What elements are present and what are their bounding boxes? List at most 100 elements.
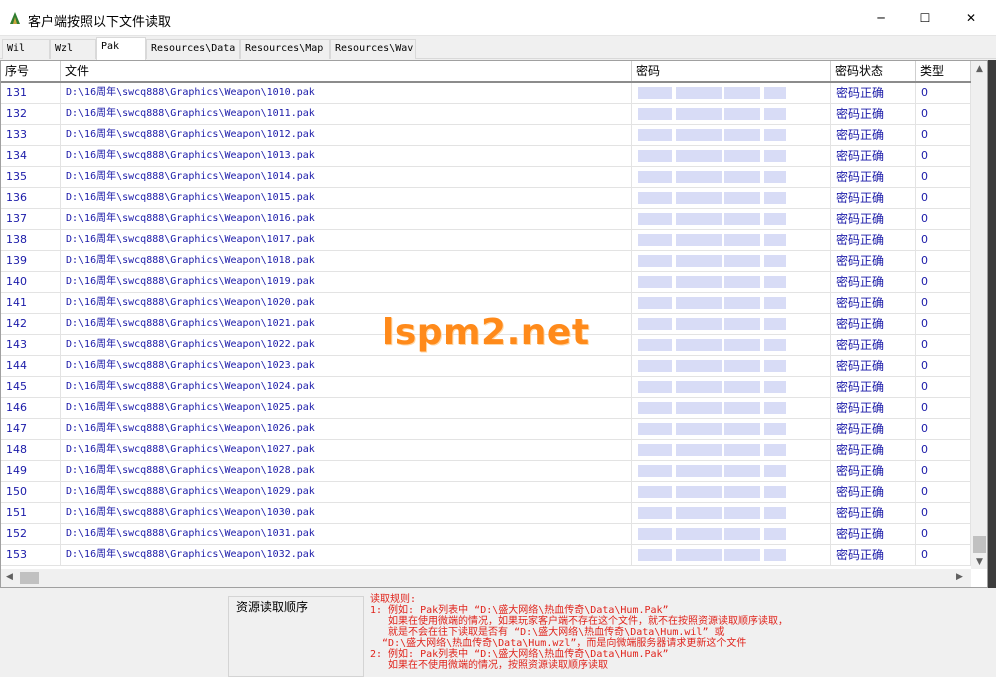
row-file-path: D:\16周年\swcq888\Graphics\Weapon\1019.pak — [61, 272, 632, 292]
row-type: 0 — [916, 125, 971, 145]
table-row[interactable]: 140 D:\16周年\swcq888\Graphics\Weapon\1019.… — [1, 272, 971, 293]
column-header-type[interactable]: 类型 — [916, 61, 971, 81]
vertical-scroll-thumb[interactable] — [973, 536, 986, 553]
password-redaction — [764, 318, 786, 330]
password-redaction — [724, 276, 760, 288]
resource-order-label: 资源读取顺序 — [236, 600, 309, 614]
row-password-status: 密码正确 — [831, 125, 916, 145]
table-row[interactable]: 145 D:\16周年\swcq888\Graphics\Weapon\1024.… — [1, 377, 971, 398]
password-redaction — [724, 423, 760, 435]
password-redaction — [724, 129, 760, 141]
tab-pak[interactable]: Pak — [96, 37, 146, 60]
scroll-right-icon[interactable]: ▶ — [956, 572, 963, 582]
password-redaction — [638, 339, 672, 351]
table-row[interactable]: 151 D:\16周年\swcq888\Graphics\Weapon\1030.… — [1, 503, 971, 524]
password-redaction — [764, 507, 786, 519]
row-password — [632, 251, 831, 271]
tab-wzl[interactable]: Wzl — [50, 39, 96, 59]
row-password — [632, 83, 831, 103]
table-row[interactable]: 153 D:\16周年\swcq888\Graphics\Weapon\1032.… — [1, 545, 971, 566]
password-redaction — [724, 87, 760, 99]
row-password-status: 密码正确 — [831, 377, 916, 397]
minimize-button[interactable]: ─ — [858, 0, 904, 36]
column-header-file[interactable]: 文件 — [61, 61, 632, 81]
table-row[interactable]: 136 D:\16周年\swcq888\Graphics\Weapon\1015.… — [1, 188, 971, 209]
password-redaction — [764, 234, 786, 246]
row-number: 134 — [1, 146, 61, 166]
column-header-password-status[interactable]: 密码状态 — [831, 61, 916, 81]
table-row[interactable]: 137 D:\16周年\swcq888\Graphics\Weapon\1016.… — [1, 209, 971, 230]
table-row[interactable]: 133 D:\16周年\swcq888\Graphics\Weapon\1012.… — [1, 125, 971, 146]
read-rules-text: 读取规则: 1: 例如: Pak列表中 “D:\盛大网络\热血传奇\Data\Hu… — [370, 594, 910, 671]
row-password — [632, 545, 831, 565]
row-password-status: 密码正确 — [831, 167, 916, 187]
password-redaction — [724, 150, 760, 162]
scroll-up-icon[interactable]: ▲ — [976, 64, 983, 74]
row-password — [632, 125, 831, 145]
row-type: 0 — [916, 440, 971, 460]
background-window-edge — [988, 60, 996, 588]
horizontal-scroll-thumb[interactable] — [20, 572, 39, 584]
scroll-left-icon[interactable]: ◀ — [6, 572, 13, 582]
table-row[interactable]: 132 D:\16周年\swcq888\Graphics\Weapon\1011.… — [1, 104, 971, 125]
table-row[interactable]: 135 D:\16周年\swcq888\Graphics\Weapon\1014.… — [1, 167, 971, 188]
row-number: 138 — [1, 230, 61, 250]
row-number: 153 — [1, 545, 61, 565]
row-number: 135 — [1, 167, 61, 187]
scroll-down-icon[interactable]: ▼ — [976, 557, 983, 567]
row-type: 0 — [916, 482, 971, 502]
tab-resources-wav[interactable]: Resources\Wav — [330, 39, 416, 59]
password-redaction — [638, 150, 672, 162]
row-password-status: 密码正确 — [831, 104, 916, 124]
row-type: 0 — [916, 398, 971, 418]
table-row[interactable]: 144 D:\16周年\swcq888\Graphics\Weapon\1023.… — [1, 356, 971, 377]
table-row[interactable]: 141 D:\16周年\swcq888\Graphics\Weapon\1020.… — [1, 293, 971, 314]
password-redaction — [764, 465, 786, 477]
watermark: lspm2.net — [382, 312, 590, 353]
row-type: 0 — [916, 503, 971, 523]
row-password — [632, 419, 831, 439]
password-redaction — [638, 87, 672, 99]
column-header-password[interactable]: 密码 — [632, 61, 831, 81]
tab-resources-data[interactable]: Resources\Data — [146, 39, 240, 59]
row-type: 0 — [916, 209, 971, 229]
close-button[interactable]: ✕ — [948, 0, 994, 36]
table-row[interactable]: 131 D:\16周年\swcq888\Graphics\Weapon\1010.… — [1, 83, 971, 104]
table-row[interactable]: 152 D:\16周年\swcq888\Graphics\Weapon\1031.… — [1, 524, 971, 545]
maximize-button[interactable]: ☐ — [902, 0, 948, 36]
password-redaction — [764, 276, 786, 288]
maximize-icon: ☐ — [919, 11, 931, 25]
row-password-status: 密码正确 — [831, 524, 916, 544]
password-redaction — [676, 108, 722, 120]
row-number: 140 — [1, 272, 61, 292]
table-row[interactable]: 149 D:\16周年\swcq888\Graphics\Weapon\1028.… — [1, 461, 971, 482]
table-row[interactable]: 139 D:\16周年\swcq888\Graphics\Weapon\1018.… — [1, 251, 971, 272]
row-file-path: D:\16周年\swcq888\Graphics\Weapon\1011.pak — [61, 104, 632, 124]
password-redaction — [764, 381, 786, 393]
password-redaction — [676, 150, 722, 162]
password-redaction — [764, 87, 786, 99]
row-type: 0 — [916, 461, 971, 481]
horizontal-scrollbar[interactable]: ◀ ▶ — [1, 569, 971, 587]
password-redaction — [638, 381, 672, 393]
table-row[interactable]: 134 D:\16周年\swcq888\Graphics\Weapon\1013.… — [1, 146, 971, 167]
row-number: 141 — [1, 293, 61, 313]
table-row[interactable]: 150 D:\16周年\swcq888\Graphics\Weapon\1029.… — [1, 482, 971, 503]
table-row[interactable]: 146 D:\16周年\swcq888\Graphics\Weapon\1025.… — [1, 398, 971, 419]
password-redaction — [676, 213, 722, 225]
vertical-scrollbar[interactable]: ▲ ▼ — [971, 61, 987, 569]
password-redaction — [676, 528, 722, 540]
row-file-path: D:\16周年\swcq888\Graphics\Weapon\1023.pak — [61, 356, 632, 376]
grid-header: 序号 文件 密码 密码状态 类型 — [1, 61, 971, 83]
column-header-no[interactable]: 序号 — [1, 61, 61, 81]
password-redaction — [724, 381, 760, 393]
password-redaction — [676, 549, 722, 561]
tab-wil[interactable]: Wil — [2, 39, 50, 59]
tab-resources-map[interactable]: Resources\Map — [240, 39, 330, 59]
window-title: 客户端按照以下文件读取 — [28, 15, 172, 30]
table-row[interactable]: 148 D:\16周年\swcq888\Graphics\Weapon\1027.… — [1, 440, 971, 461]
row-file-path: D:\16周年\swcq888\Graphics\Weapon\1015.pak — [61, 188, 632, 208]
table-row[interactable]: 147 D:\16周年\swcq888\Graphics\Weapon\1026.… — [1, 419, 971, 440]
password-redaction — [724, 213, 760, 225]
table-row[interactable]: 138 D:\16周年\swcq888\Graphics\Weapon\1017.… — [1, 230, 971, 251]
